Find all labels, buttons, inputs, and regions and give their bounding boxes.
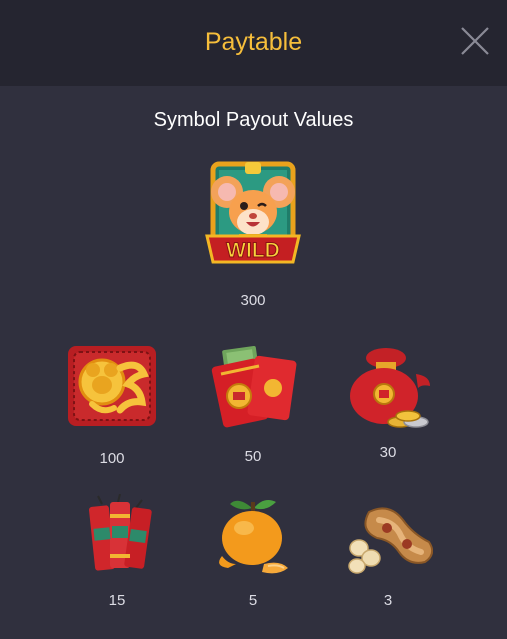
header-bar: Paytable <box>0 0 507 86</box>
symbol-orange: 5 <box>193 494 313 614</box>
section-title: Symbol Payout Values <box>153 109 354 131</box>
symbol-firecrackers: 15 <box>57 494 177 614</box>
payout-orange: 5 <box>248 592 258 609</box>
payout-golden-mouse-emblem: 100 <box>99 450 125 467</box>
symbol-lucky-bag: 30 <box>328 340 448 470</box>
mandarin-orange-icon <box>219 500 288 574</box>
lucky-bag-coins-icon <box>350 348 430 428</box>
red-envelope-money-icon <box>211 345 297 428</box>
wild-label: WILD <box>226 239 280 262</box>
close-icon[interactable] <box>458 24 492 58</box>
symbol-peanuts: 3 <box>328 494 448 614</box>
mouse-wild-icon: WILD <box>205 161 301 264</box>
payout-wild: 300 <box>240 292 266 309</box>
peanuts-icon <box>348 507 433 574</box>
golden-mouse-emblem-icon <box>68 346 156 426</box>
payout-lucky-bag: 30 <box>379 444 397 461</box>
payout-firecrackers: 15 <box>108 592 126 609</box>
page-title: Paytable <box>204 28 303 56</box>
firecrackers-icon <box>89 494 152 571</box>
symbol-golden-mouse-emblem: 100 <box>52 340 172 470</box>
symbol-red-envelopes: 50 <box>193 340 313 470</box>
payout-red-envelopes: 50 <box>244 448 262 465</box>
payout-peanuts: 3 <box>383 592 393 609</box>
symbol-wild: WILD 300 <box>193 156 313 316</box>
